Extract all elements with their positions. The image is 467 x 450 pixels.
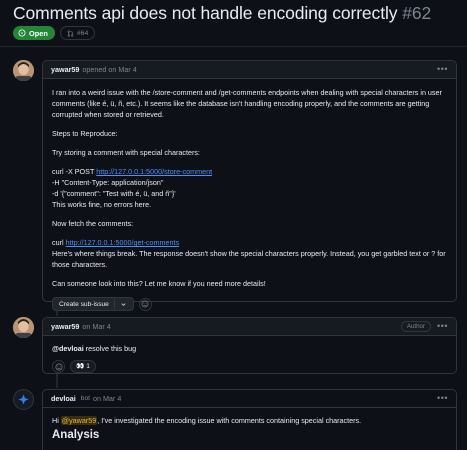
header-divider — [0, 46, 467, 47]
mention-yawar59[interactable]: @yawar59 — [60, 416, 98, 425]
devloai-logo-icon — [18, 394, 29, 405]
avatar-devloai[interactable] — [13, 389, 34, 410]
open-state-badge: Open — [13, 26, 55, 40]
comment-author[interactable]: yawar59 — [51, 322, 79, 331]
greeting-text: Hi — [52, 416, 61, 425]
comment-devloai: devloai bot on Mar 4 ••• Hi @yawar59, I'… — [42, 389, 457, 450]
steps-intro: Try storing a comment with special chara… — [52, 148, 200, 157]
comment-text: resolve this bug — [83, 344, 137, 353]
curl-header-line: -H "Content-Type: application/json" — [52, 178, 164, 187]
description-paragraph: I ran into a weird issue with the /store… — [52, 88, 442, 119]
create-sub-issue-label: Create sub-issue — [59, 300, 109, 308]
add-reaction-button[interactable] — [138, 297, 152, 311]
closing-paragraph: Can someone look into this? Let me know … — [52, 279, 266, 288]
comment-header: devloai bot on Mar 4 ••• — [43, 390, 456, 408]
comment-body: Hi @yawar59, I've investigated the encod… — [43, 408, 456, 447]
get-comments-link[interactable]: http://127.0.0.1:5000/get-comments — [66, 238, 179, 247]
eyes-reaction-emoji: 👀 — [76, 363, 85, 370]
comment-timestamp[interactable]: opened on Mar 4 — [82, 65, 136, 74]
comment-author[interactable]: devloai — [51, 394, 76, 403]
author-label-badge: Author — [400, 321, 432, 332]
comment-timestamp[interactable]: on Mar 4 — [82, 322, 110, 331]
chevron-down-icon[interactable] — [120, 301, 127, 308]
comment-timestamp[interactable]: on Mar 4 — [93, 394, 121, 403]
steps-heading: Steps to Reproduce: — [52, 129, 118, 138]
linked-pr-number: #64 — [76, 29, 89, 37]
add-reaction-button[interactable] — [52, 360, 65, 373]
kebab-horizontal-icon[interactable]: ••• — [437, 65, 448, 74]
issue-badges: Open #64 — [13, 26, 96, 40]
curl-get-prefix: curl — [52, 238, 66, 247]
eyes-reaction-count: 1 — [86, 363, 90, 370]
comment-yawar59: yawar59 on Mar 4 Author ••• @devloai res… — [42, 317, 457, 374]
comment-actions: Create sub-issue — [52, 297, 448, 311]
issue-title-row: Comments api does not handle encoding co… — [13, 3, 431, 24]
issue-opened-icon — [18, 29, 26, 37]
mention-devloai[interactable]: @devloai — [52, 344, 84, 353]
issue-title: Comments api does not handle encoding co… — [13, 3, 398, 23]
git-pull-request-icon — [67, 29, 74, 37]
kebab-horizontal-icon[interactable]: ••• — [437, 394, 448, 403]
avatar-yawar59[interactable] — [13, 60, 34, 81]
issue-description-comment: yawar59 opened on Mar 4 ••• I ran into a… — [42, 60, 457, 311]
eyes-reaction-button[interactable]: 👀 1 — [70, 360, 96, 373]
comment-body: @devloai resolve this bug 👀 1 — [43, 336, 456, 379]
avatar-yawar59[interactable] — [13, 317, 34, 338]
issue-number: #62 — [402, 3, 432, 23]
create-sub-issue-button[interactable]: Create sub-issue — [52, 297, 134, 311]
comment-header: yawar59 opened on Mar 4 ••• — [43, 61, 456, 79]
kebab-horizontal-icon[interactable]: ••• — [437, 322, 448, 331]
comment-text: , I've investigated the encoding issue w… — [97, 416, 362, 425]
analysis-heading: Analysis — [52, 429, 100, 441]
curl-note: This works fine, no errors here. — [52, 200, 152, 209]
smiley-icon — [141, 300, 149, 308]
smiley-icon — [54, 362, 63, 371]
problem-paragraph: Here's where things break. The response … — [52, 249, 446, 269]
curl-data-line: -d '{"comment": "Test with é, ü, and ñ"}… — [52, 189, 176, 198]
state-label: Open — [29, 28, 48, 38]
store-comment-link[interactable]: http://127.0.0.1:5000/store-comment — [96, 167, 212, 176]
bot-label: bot — [80, 395, 90, 402]
fetch-heading: Now fetch the comments: — [52, 219, 134, 228]
comment-body: I ran into a weird issue with the /store… — [43, 79, 456, 317]
curl-post-prefix: curl -X POST — [52, 167, 97, 176]
comment-reactions: 👀 1 — [52, 360, 448, 373]
linked-pr-badge[interactable]: #64 — [59, 26, 96, 40]
comment-header: yawar59 on Mar 4 Author ••• — [43, 318, 456, 336]
comment-author[interactable]: yawar59 — [51, 65, 79, 74]
